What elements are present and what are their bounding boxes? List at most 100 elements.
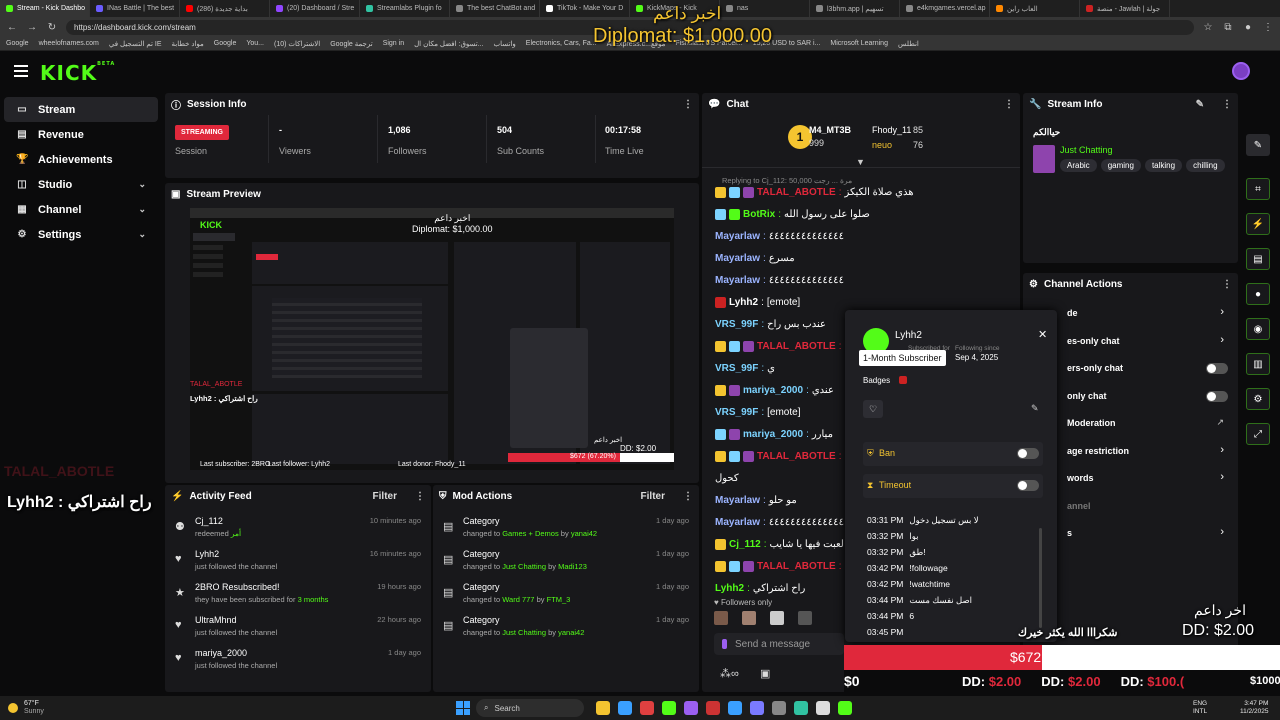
- activity-item[interactable]: ♥ mariya_2000 just followed the channel 1 …: [165, 643, 431, 676]
- chat-badge-icon[interactable]: [729, 560, 740, 572]
- chat-username[interactable]: TALAL_ABOTLE: [757, 187, 836, 198]
- bookmark-item[interactable]: Sign in: [383, 40, 404, 47]
- chat-username[interactable]: VRS_99F: [715, 319, 758, 330]
- chat-badge-icon[interactable]: [715, 296, 726, 308]
- chat-bubble-icon[interactable]: ●: [1246, 283, 1270, 305]
- chat-badge-icon[interactable]: [715, 208, 726, 220]
- kick-logo[interactable]: KICKBETA: [40, 61, 115, 85]
- chevron-right-icon[interactable]: ›: [1220, 306, 1224, 318]
- taskbar-app-icon[interactable]: [772, 701, 786, 715]
- bookmark-item[interactable]: Google ترجمة: [330, 40, 372, 48]
- browser-tab[interactable]: The best ChatBot and: [450, 0, 540, 17]
- reload-icon[interactable]: ↻: [46, 22, 58, 33]
- browser-tab[interactable]: منصة - Jawlah | جولة: [1080, 0, 1170, 17]
- browser-tab[interactable]: e4kmgames.vercel.ap: [900, 0, 990, 17]
- stream-tag[interactable]: talking: [1144, 159, 1183, 172]
- taskbar-app-icon[interactable]: [662, 701, 676, 715]
- mod-action-item[interactable]: ▤ Category changed to Ward 777 by FTM_3 1 d…: [433, 577, 699, 610]
- menu-icon[interactable]: ⋮: [1262, 22, 1274, 33]
- chat-username[interactable]: mariya_2000: [743, 429, 803, 440]
- browser-tab[interactable]: TikTok - Make Your D: [540, 0, 630, 17]
- forward-icon[interactable]: →: [26, 22, 38, 33]
- expand-icon[interactable]: ⤢: [1246, 423, 1270, 445]
- chat-badge-icon[interactable]: [715, 340, 726, 352]
- subscriber-badge-icon[interactable]: [899, 376, 907, 384]
- chat-badge-icon[interactable]: [743, 340, 754, 352]
- chat-badge-icon[interactable]: [729, 428, 740, 440]
- notes-icon[interactable]: ▤: [1246, 248, 1270, 270]
- broadcast-icon[interactable]: ◉: [1246, 318, 1270, 340]
- chevron-down-icon[interactable]: ⌄: [138, 179, 146, 190]
- bookmark-item[interactable]: واتساب: [494, 40, 516, 48]
- chat-username[interactable]: Mayarlaw: [715, 253, 760, 264]
- bookmark-item[interactable]: wheelofnames.com: [39, 40, 99, 47]
- emote-3[interactable]: [770, 611, 784, 625]
- leader-3-name[interactable]: neuo: [872, 140, 892, 150]
- chat-badge-icon[interactable]: [715, 428, 726, 440]
- browser-tab[interactable]: l3bhm.app | تسهيم: [810, 0, 900, 17]
- chevron-right-icon[interactable]: ›: [1220, 471, 1224, 483]
- chat-message[interactable]: Mayarlaw:٤٤٤٤٤٤٤٤٤٤٤٤٤٤: [702, 269, 1020, 291]
- pencil-icon[interactable]: ✎: [1246, 134, 1270, 156]
- bookmark-item[interactable]: Google: [214, 40, 237, 47]
- stream-preview-video[interactable]: KICK اخبر داعم Diplomat: $1,000.00 TALAL…: [190, 208, 674, 470]
- wrench-icon[interactable]: ⚙: [1246, 388, 1270, 410]
- bookmark-star-icon[interactable]: ☆: [1202, 22, 1214, 33]
- close-icon[interactable]: ✕: [1038, 328, 1047, 341]
- hamburger-menu-icon[interactable]: [14, 65, 28, 77]
- chat-badge-icon[interactable]: [743, 450, 754, 462]
- chat-message[interactable]: TALAL_ABOTLE: هذي صلاة الكيكز: [702, 181, 1020, 203]
- chevron-down-icon[interactable]: ⌄: [138, 229, 146, 240]
- more-options-icon[interactable]: ⋮: [683, 99, 693, 110]
- more-options-icon[interactable]: ⋮: [1222, 279, 1232, 290]
- extensions-icon[interactable]: ⧉: [1222, 22, 1234, 33]
- chat-username[interactable]: Cj_112: [729, 539, 761, 550]
- chat-tools-icon[interactable]: ⁂∞: [720, 667, 739, 680]
- more-options-icon[interactable]: ⋮: [1222, 99, 1232, 110]
- chat-badge-icon[interactable]: [743, 186, 754, 198]
- sidebar-item-channel[interactable]: ▦ Channel ⌄: [4, 197, 158, 222]
- user-avatar[interactable]: [1232, 62, 1250, 80]
- bookmark-item[interactable]: مواد خطابة: [172, 40, 204, 48]
- stream-tag[interactable]: Arabic: [1060, 159, 1097, 172]
- bookmark-item[interactable]: Google: [6, 40, 29, 47]
- emote-1[interactable]: [714, 611, 728, 625]
- taskbar-app-icon[interactable]: [706, 701, 720, 715]
- edit-icon[interactable]: ✎: [1196, 99, 1204, 110]
- emote-2[interactable]: [742, 611, 756, 625]
- chat-badge-icon[interactable]: [729, 450, 740, 462]
- more-options-icon[interactable]: ⋮: [1004, 99, 1014, 110]
- chat-badge-icon[interactable]: [715, 538, 726, 550]
- browser-tab[interactable]: (20) Dashboard / Stre: [270, 0, 360, 17]
- bookmark-item[interactable]: تم التسجيل في IE: [109, 40, 162, 48]
- sidebar-item-revenue[interactable]: ▤ Revenue: [4, 122, 158, 147]
- sidebar-item-studio[interactable]: ◫ Studio ⌄: [4, 172, 158, 197]
- mod-action-item[interactable]: ▤ Category changed to Just Chatting by yan…: [433, 610, 699, 643]
- emote-4[interactable]: [798, 611, 812, 625]
- chat-username[interactable]: Mayarlaw: [715, 275, 760, 286]
- chat-username[interactable]: Lyhh2: [715, 583, 744, 594]
- chevron-right-icon[interactable]: ›: [1220, 444, 1224, 456]
- taskbar-app-icon[interactable]: [816, 701, 830, 715]
- clock-date[interactable]: 11/2/2025: [1240, 708, 1268, 716]
- follow-heart-button[interactable]: ♡: [863, 400, 883, 418]
- start-button-icon[interactable]: [456, 701, 470, 715]
- sidebar-item-stream[interactable]: ▭ Stream: [4, 97, 158, 122]
- clock-time[interactable]: 3:47 PM: [1240, 700, 1268, 708]
- activity-item[interactable]: ♥ Lyhh2 just followed the channel 16 minut…: [165, 544, 431, 577]
- bookmark-item[interactable]: الاشتراكات (10): [274, 40, 320, 48]
- mod-action-item[interactable]: ▤ Category changed to Games + Demos by yan…: [433, 511, 699, 544]
- browser-tab[interactable]: Streamlabs Plugin fo: [360, 0, 450, 17]
- collapse-icon[interactable]: ▼: [856, 157, 865, 167]
- ban-toggle[interactable]: [1017, 448, 1039, 459]
- chat-username[interactable]: TALAL_ABOTLE: [757, 561, 836, 572]
- leader-1-name[interactable]: M4_MT3B: [809, 125, 851, 135]
- chat-username[interactable]: TALAL_ABOTLE: [757, 451, 836, 462]
- taskbar-app-icon[interactable]: [838, 701, 852, 715]
- sidebar-item-settings[interactable]: ⚙ Settings ⌄: [4, 222, 158, 247]
- mod-action-item[interactable]: ▤ Category changed to Just Chatting by Mad…: [433, 544, 699, 577]
- chat-badge-icon[interactable]: [715, 450, 726, 462]
- more-options-icon[interactable]: ⋮: [683, 491, 693, 502]
- taskbar-search[interactable]: ⌕ Search: [476, 699, 584, 717]
- back-icon[interactable]: ←: [6, 22, 18, 33]
